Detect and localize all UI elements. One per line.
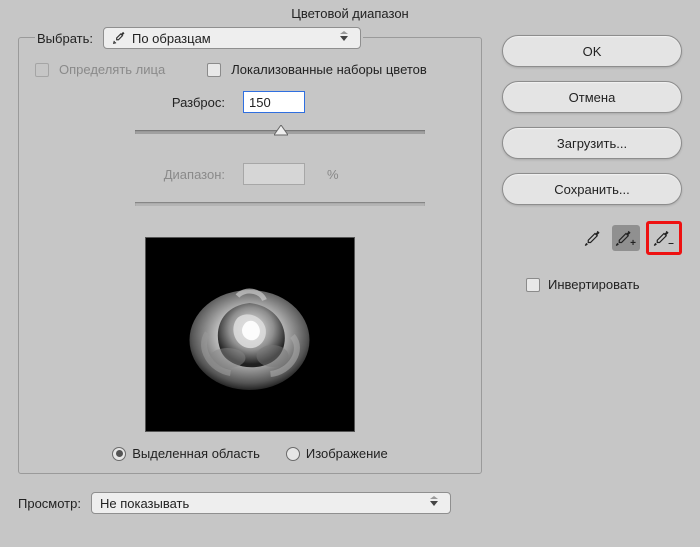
select-value: По образцам bbox=[132, 31, 211, 46]
preview-mode-value: Не показывать bbox=[100, 496, 189, 511]
chevron-down-icon bbox=[426, 495, 442, 511]
detect-faces-checkbox bbox=[35, 63, 49, 77]
radio-selection-label: Выделенная область bbox=[132, 446, 260, 461]
eyedropper-add-button[interactable]: + bbox=[612, 225, 640, 251]
invert-checkbox[interactable] bbox=[526, 278, 540, 292]
fuzziness-input[interactable]: 150 bbox=[243, 91, 305, 113]
selection-preview bbox=[145, 237, 355, 432]
radio-image-label: Изображение bbox=[306, 446, 388, 461]
cancel-button[interactable]: Отмена bbox=[502, 81, 682, 113]
invert-label: Инвертировать bbox=[548, 277, 640, 292]
eyedropper-icon bbox=[583, 229, 601, 247]
save-button[interactable]: Сохранить... bbox=[502, 173, 682, 205]
radio-dot-icon bbox=[286, 447, 300, 461]
radio-selection[interactable]: Выделенная область bbox=[112, 446, 260, 461]
fuzziness-slider[interactable] bbox=[135, 123, 425, 145]
radio-dot-icon bbox=[112, 447, 126, 461]
eyedropper-sample-button[interactable] bbox=[578, 225, 606, 251]
chevron-down-icon bbox=[336, 30, 352, 46]
slider-thumb-icon[interactable] bbox=[274, 125, 288, 139]
eyedropper-icon bbox=[112, 31, 126, 45]
range-label: Диапазон: bbox=[135, 167, 225, 182]
range-input bbox=[243, 163, 305, 185]
rose-preview-image bbox=[183, 278, 318, 398]
detect-faces-label: Определять лица bbox=[59, 62, 165, 77]
ok-button[interactable]: OK bbox=[502, 35, 682, 67]
radio-image[interactable]: Изображение bbox=[286, 446, 388, 461]
localized-checkbox[interactable] bbox=[207, 63, 221, 77]
select-label: Выбрать: bbox=[37, 31, 93, 46]
eyedropper-subtract-button[interactable]: – bbox=[646, 221, 682, 255]
localized-label: Локализованные наборы цветов bbox=[231, 62, 427, 77]
fuzziness-label: Разброс: bbox=[135, 95, 225, 110]
range-slider bbox=[135, 195, 425, 217]
range-percent: % bbox=[327, 167, 339, 182]
preview-mode-combo[interactable]: Не показывать bbox=[91, 492, 451, 514]
preview-mode-label: Просмотр: bbox=[18, 496, 81, 511]
load-button[interactable]: Загрузить... bbox=[502, 127, 682, 159]
select-group: Выбрать: По образцам Определять лица Лок… bbox=[18, 37, 482, 474]
select-combo[interactable]: По образцам bbox=[103, 27, 361, 49]
